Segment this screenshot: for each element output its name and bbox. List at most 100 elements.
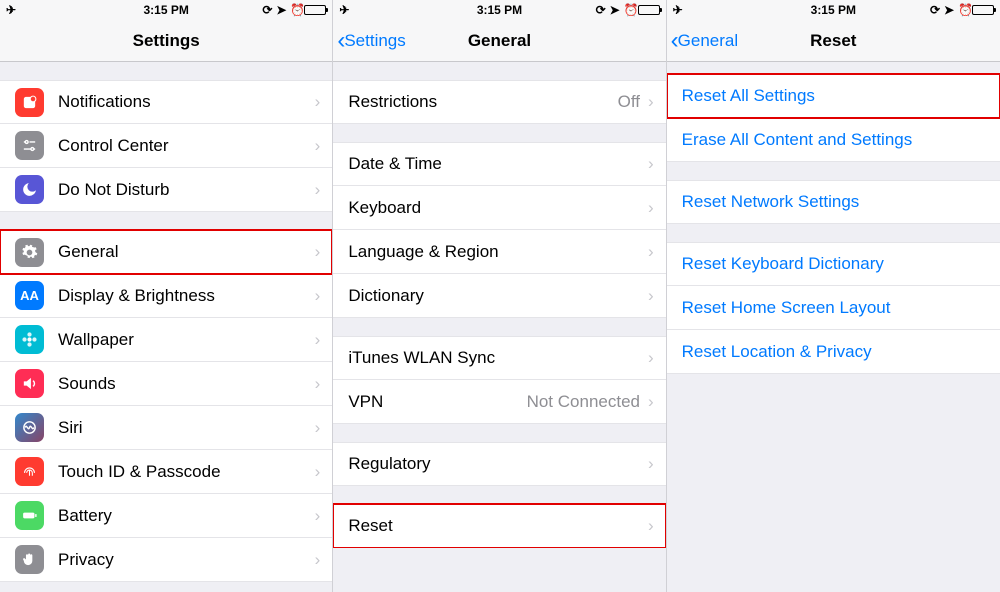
alarm-icon: ⏰ — [958, 5, 969, 16]
row-ras[interactable]: Reset All Settings — [667, 74, 1000, 118]
row-batt[interactable]: Battery› — [0, 494, 332, 538]
battery-icon — [972, 5, 994, 15]
status-bar: ✈︎ 3:15 PM ⟳ ➤ ⏰ — [667, 0, 1000, 20]
row-disp[interactable]: AA Display & Brightness› — [0, 274, 332, 318]
row-dict[interactable]: Dictionary› — [333, 274, 665, 318]
back-button[interactable]: ‹ General — [671, 29, 738, 53]
row-label: Language & Region — [348, 242, 648, 262]
row-label: Reset All Settings — [682, 86, 988, 106]
row-eac[interactable]: Erase All Content and Settings — [667, 118, 1000, 162]
chevron-right-icon: › — [648, 286, 654, 306]
row-kb[interactable]: Keyboard› — [333, 186, 665, 230]
device-general: ✈︎ 3:15 PM ⟳ ➤ ⏰ ‹ Settings General Rest… — [333, 0, 666, 592]
row-label: Regulatory — [348, 454, 648, 474]
row-label: Reset Network Settings — [682, 192, 988, 212]
row-label: Reset Keyboard Dictionary — [682, 254, 988, 274]
row-label: Reset Location & Privacy — [682, 342, 988, 362]
reset-list[interactable]: Reset All Settings Erase All Content and … — [667, 62, 1000, 374]
status-bar: ✈︎ 3:15 PM ⟳ ➤ ⏰ — [0, 0, 332, 20]
row-dt[interactable]: Date & Time› — [333, 142, 665, 186]
nav-bar: ‹ General Reset — [667, 20, 1000, 62]
battery-icon — [638, 5, 660, 15]
notif-icon — [15, 88, 44, 117]
priv-icon — [15, 545, 44, 574]
row-reg[interactable]: Regulatory› — [333, 442, 665, 486]
chevron-right-icon: › — [315, 286, 321, 306]
chevron-right-icon: › — [315, 242, 321, 262]
row-label: General — [58, 242, 315, 262]
row-label: Privacy — [58, 550, 315, 570]
back-button[interactable]: ‹ Settings — [337, 29, 405, 53]
chevron-right-icon: › — [648, 392, 654, 412]
row-detail: Not Connected — [527, 392, 640, 412]
sound-icon — [15, 369, 44, 398]
status-bar: ✈︎ 3:15 PM ⟳ ➤ ⏰ — [333, 0, 665, 20]
row-label: Control Center — [58, 136, 315, 156]
chevron-right-icon: › — [648, 516, 654, 536]
row-lr[interactable]: Language & Region› — [333, 230, 665, 274]
chevron-right-icon: › — [315, 136, 321, 156]
row-wall[interactable]: Wallpaper› — [0, 318, 332, 362]
chevron-right-icon: › — [315, 462, 321, 482]
chevron-right-icon: › — [648, 242, 654, 262]
row-cc[interactable]: Control Center› — [0, 124, 332, 168]
battery-icon — [304, 5, 326, 15]
status-time: 3:15 PM — [143, 3, 188, 17]
cc-icon — [15, 131, 44, 160]
row-label: Siri — [58, 418, 315, 438]
chevron-right-icon: › — [648, 348, 654, 368]
status-time: 3:15 PM — [811, 3, 856, 17]
row-wlan[interactable]: iTunes WLAN Sync› — [333, 336, 665, 380]
general-list[interactable]: RestrictionsOff›Date & Time›Keyboard›Lan… — [333, 62, 665, 548]
airplane-icon: ✈︎ — [6, 3, 16, 17]
row-label: Do Not Disturb — [58, 180, 315, 200]
chevron-right-icon: › — [648, 154, 654, 174]
row-label: Reset Home Screen Layout — [682, 298, 988, 318]
row-siri[interactable]: Siri› — [0, 406, 332, 450]
location-icon: ➤ — [944, 5, 955, 16]
row-label: Erase All Content and Settings — [682, 130, 988, 150]
row-dnd[interactable]: Do Not Disturb› — [0, 168, 332, 212]
row-rns[interactable]: Reset Network Settings — [667, 180, 1000, 224]
row-reset[interactable]: Reset› — [333, 504, 665, 548]
nav-bar: ‹ Settings General — [333, 20, 665, 62]
row-rkd[interactable]: Reset Keyboard Dictionary — [667, 242, 1000, 286]
batt-icon — [15, 501, 44, 530]
row-touch[interactable]: Touch ID & Passcode› — [0, 450, 332, 494]
row-gen[interactable]: General› — [0, 230, 332, 274]
location-icon: ➤ — [610, 5, 621, 16]
page-title: General — [468, 31, 531, 51]
siri-icon — [15, 413, 44, 442]
row-label: Sounds — [58, 374, 315, 394]
nav-bar: Settings — [0, 20, 332, 62]
row-rlp[interactable]: Reset Location & Privacy — [667, 330, 1000, 374]
row-label: Reset — [348, 516, 648, 536]
chevron-right-icon: › — [315, 506, 321, 526]
chevron-right-icon: › — [315, 374, 321, 394]
row-vpn[interactable]: VPNNot Connected › — [333, 380, 665, 424]
row-notif[interactable]: Notifications› — [0, 80, 332, 124]
chevron-right-icon: › — [315, 550, 321, 570]
row-label: Battery — [58, 506, 315, 526]
row-sound[interactable]: Sounds› — [0, 362, 332, 406]
orientation-lock-icon: ⟳ — [596, 5, 607, 16]
row-label: Display & Brightness — [58, 286, 315, 306]
row-label: iTunes WLAN Sync — [348, 348, 648, 368]
triptych: ✈︎ 3:15 PM ⟳ ➤ ⏰ Settings Notifications›… — [0, 0, 1000, 592]
touch-icon — [15, 457, 44, 486]
disp-icon: AA — [15, 281, 44, 310]
settings-list[interactable]: Notifications›Control Center›Do Not Dist… — [0, 62, 332, 582]
chevron-right-icon: › — [315, 92, 321, 112]
status-time: 3:15 PM — [477, 3, 522, 17]
row-restr[interactable]: RestrictionsOff› — [333, 80, 665, 124]
airplane-icon: ✈︎ — [339, 3, 349, 17]
chevron-right-icon: › — [648, 454, 654, 474]
row-priv[interactable]: Privacy› — [0, 538, 332, 582]
back-label: Settings — [344, 31, 405, 51]
row-label: Wallpaper — [58, 330, 315, 350]
back-label: General — [678, 31, 738, 51]
row-label: Dictionary — [348, 286, 648, 306]
row-label: VPN — [348, 392, 526, 412]
row-rhs[interactable]: Reset Home Screen Layout — [667, 286, 1000, 330]
chevron-right-icon: › — [648, 92, 654, 112]
